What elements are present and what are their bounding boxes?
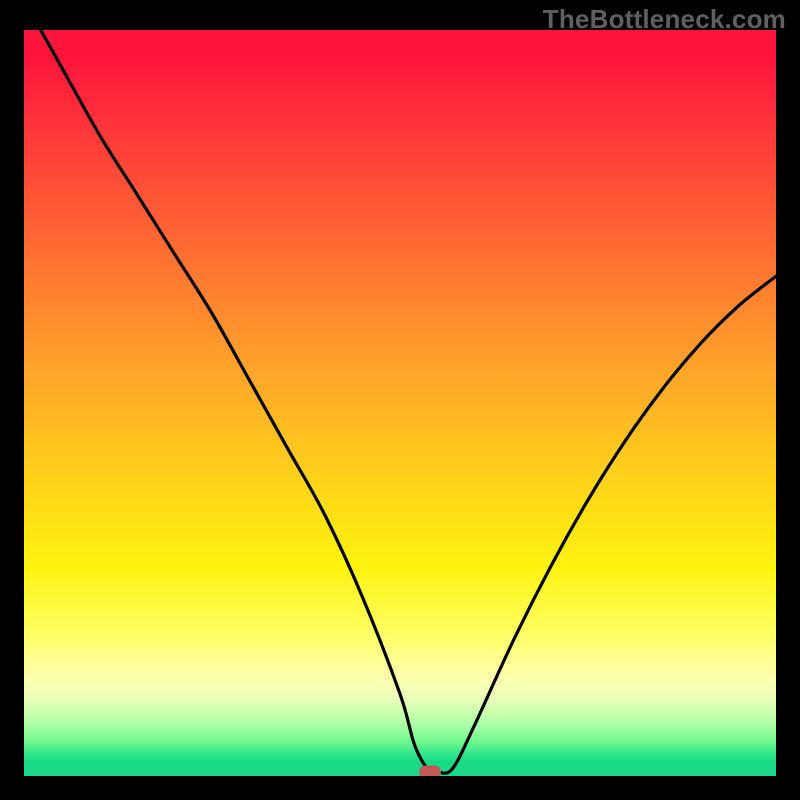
plot-area <box>24 30 776 776</box>
watermark-text: TheBottleneck.com <box>543 4 786 35</box>
frame-border-left <box>0 0 24 800</box>
chart-frame: TheBottleneck.com <box>0 0 800 800</box>
curve-path <box>24 30 776 774</box>
frame-border-right <box>776 0 800 800</box>
bottleneck-curve <box>24 30 776 776</box>
optimal-point-marker <box>419 766 441 776</box>
frame-border-bottom <box>0 776 800 800</box>
